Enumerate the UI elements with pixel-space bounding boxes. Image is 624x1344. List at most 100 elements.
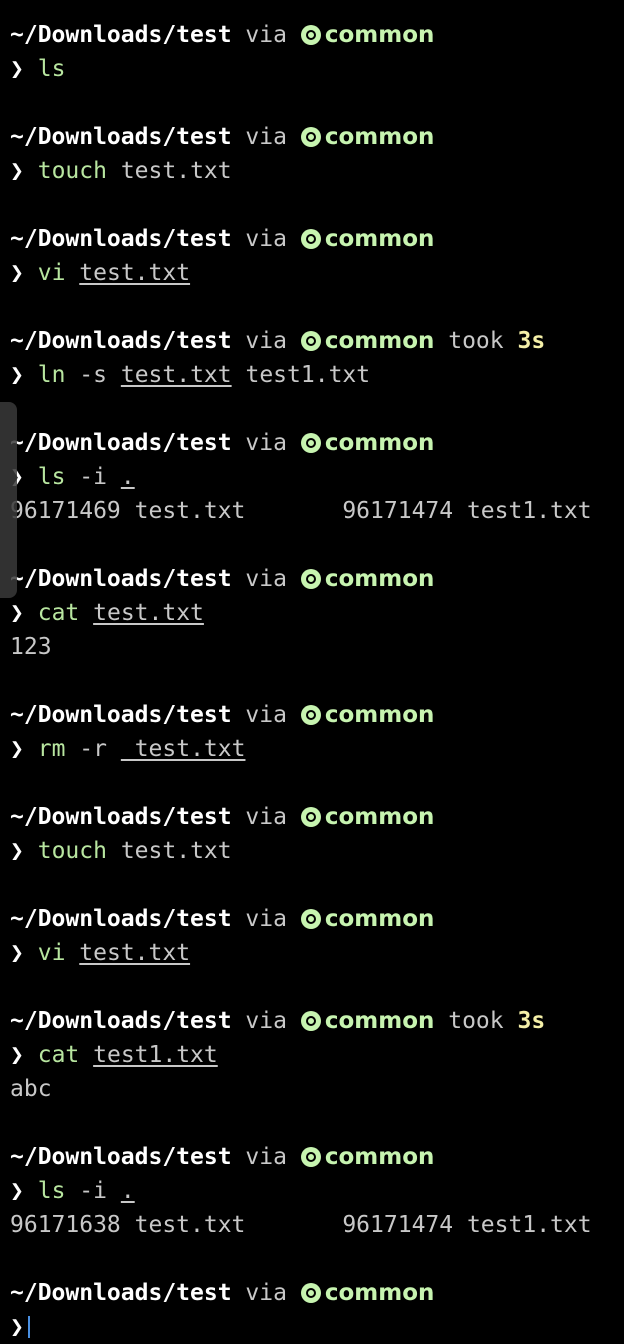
prompt-line: ~/Downloads/test via common took 3s (0, 1004, 624, 1038)
prompt-chevron: ❯ (10, 1042, 24, 1068)
file-path-arg: test1.txt (93, 1042, 218, 1068)
prompt-path: ~/Downloads/test (10, 124, 232, 150)
prompt-chevron: ❯ (10, 940, 24, 966)
prompt-chevron: ❯ (10, 1178, 24, 1204)
prompt-path: ~/Downloads/test (10, 1008, 232, 1034)
command-line[interactable]: ❯ touch test.txt (0, 154, 624, 188)
terminal-window[interactable]: ~/Downloads/test via common ❯ ls ~/Downloa… (0, 0, 624, 1340)
file-path-arg: test.txt (120, 362, 232, 388)
command-name: cat (37, 600, 80, 626)
prompt-line: ~/Downloads/test via common (0, 1276, 624, 1310)
prompt-line: ~/Downloads/test via common (0, 562, 624, 596)
prompt-path: ~/Downloads/test (10, 804, 232, 830)
file-path-arg: test.txt (79, 940, 191, 966)
conda-env-icon (300, 1147, 321, 1167)
env-name: common (324, 804, 435, 830)
command-name: vi (37, 260, 66, 286)
command-line[interactable]: ❯ touch test.txt (0, 834, 624, 868)
command-name: vi (37, 940, 66, 966)
prompt-line: ~/Downloads/test via common (0, 120, 624, 154)
prompt-via: via (245, 566, 287, 592)
prompt-via: via (245, 1008, 287, 1034)
prompt-chevron: ❯ (10, 362, 24, 388)
command-line[interactable]: ❯ vi test.txt (0, 256, 624, 290)
command-line[interactable]: ❯ ln -s test.txt test1.txt (0, 358, 624, 392)
prompt-line: ~/Downloads/test via common (0, 698, 624, 732)
prompt-via: via (245, 906, 287, 932)
conda-env-icon (300, 569, 321, 589)
conda-env-icon (300, 1011, 321, 1031)
conda-env-icon (300, 1283, 321, 1303)
prompt-via: via (245, 226, 287, 252)
prompt-via: via (245, 702, 287, 728)
env-name: common (324, 124, 435, 150)
file-path-arg: test.txt (79, 260, 191, 286)
env-name: common (324, 906, 435, 932)
conda-env-icon (300, 705, 321, 725)
command-output: 123 (10, 634, 52, 660)
command-name: ls (37, 1178, 66, 1204)
prompt-line: ~/Downloads/test via common (0, 18, 624, 52)
command-name: touch (37, 838, 107, 864)
command-line[interactable]: ❯ ls (0, 52, 624, 86)
env-name: common (324, 702, 435, 728)
prompt-chevron: ❯ (10, 736, 24, 762)
command-name: ln (37, 362, 66, 388)
prompt-chevron: ❯ (10, 260, 24, 286)
prompt-chevron: ❯ (10, 158, 24, 184)
scrollbar-handle[interactable] (0, 402, 17, 598)
command-line[interactable]: ❯ cat test.txt (0, 596, 624, 630)
command-name: cat (37, 1042, 80, 1068)
command-name: touch (37, 158, 107, 184)
command-name: ls (37, 56, 66, 82)
conda-env-icon (300, 331, 321, 351)
took-label: took (448, 328, 504, 354)
env-name: common (324, 566, 435, 592)
conda-env-icon (300, 433, 321, 453)
prompt-path: ~/Downloads/test (10, 226, 232, 252)
env-name: common (324, 1008, 435, 1034)
command-line[interactable]: ❯ vi test.txt (0, 936, 624, 970)
prompt-path: ~/Downloads/test (10, 1280, 232, 1306)
prompt-path: ~/Downloads/test (10, 22, 232, 48)
env-name: common (324, 226, 435, 252)
took-label: took (448, 1008, 504, 1034)
command-arg: -i (79, 1178, 107, 1204)
prompt-via: via (245, 430, 287, 456)
prompt-chevron: ❯ (10, 600, 24, 626)
prompt-path: ~/Downloads/test (10, 702, 232, 728)
active-command-line[interactable]: ❯ (0, 1310, 624, 1344)
command-line[interactable]: ❯ rm -r test.txt (0, 732, 624, 766)
command-line[interactable]: ❯ cat test1.txt (0, 1038, 624, 1072)
env-name: common (324, 1144, 435, 1170)
conda-env-icon (300, 909, 321, 929)
prompt-via: via (245, 1280, 287, 1306)
command-output: 96171469 test.txt 96171474 test1.txt (10, 498, 592, 524)
command-line[interactable]: ❯ ls -i . (0, 460, 624, 494)
command-line[interactable]: ❯ ls -i . (0, 1174, 624, 1208)
env-name: common (324, 430, 435, 456)
prompt-path: ~/Downloads/test (10, 1144, 232, 1170)
text-cursor (27, 1316, 30, 1338)
prompt-line: ~/Downloads/test via common (0, 902, 624, 936)
env-name: common (324, 22, 435, 48)
file-path-arg: test.txt (120, 736, 246, 762)
env-name: common (324, 1280, 435, 1306)
prompt-line: ~/Downloads/test via common took 3s (0, 324, 624, 358)
command-arg: test1.txt (245, 362, 371, 388)
command-arg: -s (79, 362, 107, 388)
conda-env-icon (300, 807, 321, 827)
env-name: common (324, 328, 435, 354)
command-arg: -r (79, 736, 107, 762)
command-arg: test.txt (120, 838, 232, 864)
command-name: ls (37, 464, 66, 490)
prompt-via: via (245, 124, 287, 150)
